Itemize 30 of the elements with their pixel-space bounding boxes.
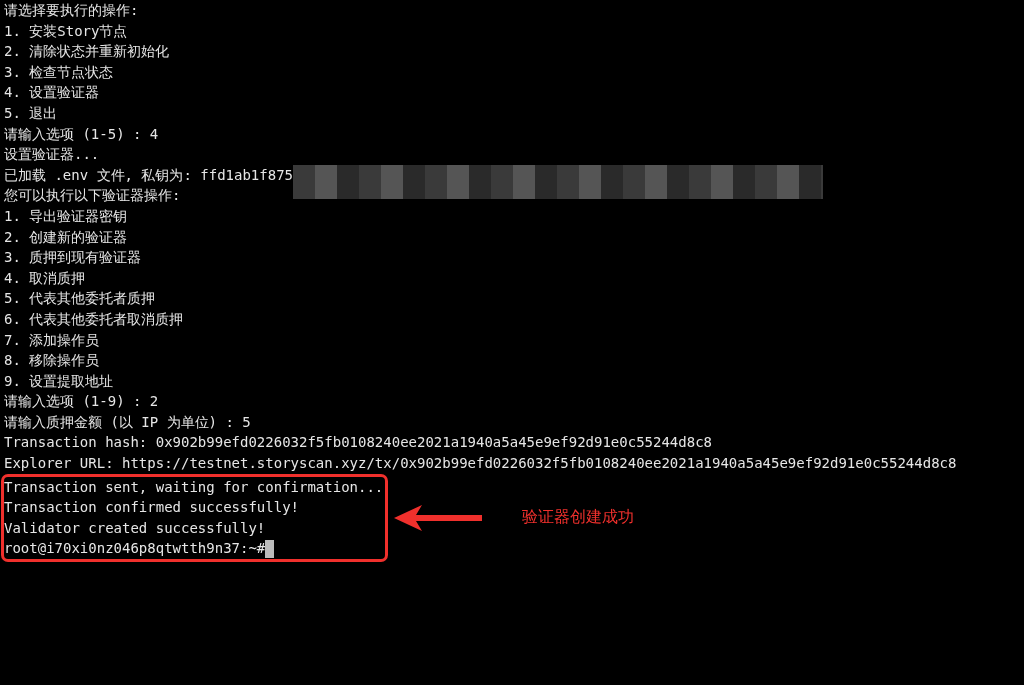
- terminal-line: 3. 质押到现有验证器: [4, 248, 142, 268]
- terminal-line: 4. 取消质押: [4, 268, 86, 288]
- terminal-line: 设置验证器...: [4, 145, 100, 165]
- terminal-line: Transaction confirmed successfully!: [4, 498, 299, 518]
- shell-prompt: root@i70xi0nz046p8qtwtth9n37:~#: [4, 539, 266, 559]
- terminal-line: 8. 移除操作员: [4, 351, 100, 371]
- terminal-line: 1. 安装Story节点: [4, 21, 128, 41]
- terminal-line: 5. 代表其他委托者质押: [4, 289, 156, 309]
- terminal-line: Transaction hash: 0x902b99efd0226032f5fb0108240ee2021a1940a5a45e9ef92d91e0c55244d8c8: [4, 433, 712, 453]
- terminal-line: 请输入选项 (1-9) : 2: [4, 392, 159, 412]
- terminal-line: 7. 添加操作员: [4, 330, 100, 350]
- terminal-line: 9. 设置提取地址: [4, 371, 114, 391]
- arrow-icon: [392, 502, 485, 533]
- terminal-line: 5. 退出: [4, 103, 58, 123]
- annotation-text: 验证器创建成功: [522, 507, 635, 529]
- terminal-line: 3. 检查节点状态: [4, 62, 114, 82]
- terminal-line: 1. 导出验证器密钥: [4, 206, 128, 226]
- terminal-line: Validator created successfully!: [4, 518, 266, 538]
- terminal-line: 2. 创建新的验证器: [4, 227, 128, 247]
- terminal-line: 2. 清除状态并重新初始化: [4, 42, 170, 62]
- terminal-line: 请输入质押金额 (以 IP 为单位) : 5: [4, 412, 251, 432]
- terminal-line: 您可以执行以下验证器操作:: [4, 186, 181, 206]
- terminal-line: 4. 设置验证器: [4, 83, 100, 103]
- terminal-line: 已加载 .env 文件, 私钥为: ffd1ab1f875: [4, 165, 293, 185]
- terminal-line: 请输入选项 (1-5) : 4: [4, 124, 159, 144]
- terminal-line: Explorer URL: https://testnet.storyscan.xyz/tx/0x902b99efd0226032f5fb0108240ee2021a1940a5a45e9ef92d91e0c55244d8c8: [4, 454, 957, 474]
- terminal-line: 6. 代表其他委托者取消质押: [4, 309, 184, 329]
- terminal-line: 请选择要执行的操作:: [4, 1, 139, 20]
- terminal-line: Transaction sent, waiting for confirmation...: [4, 477, 384, 497]
- text-cursor: [265, 539, 275, 558]
